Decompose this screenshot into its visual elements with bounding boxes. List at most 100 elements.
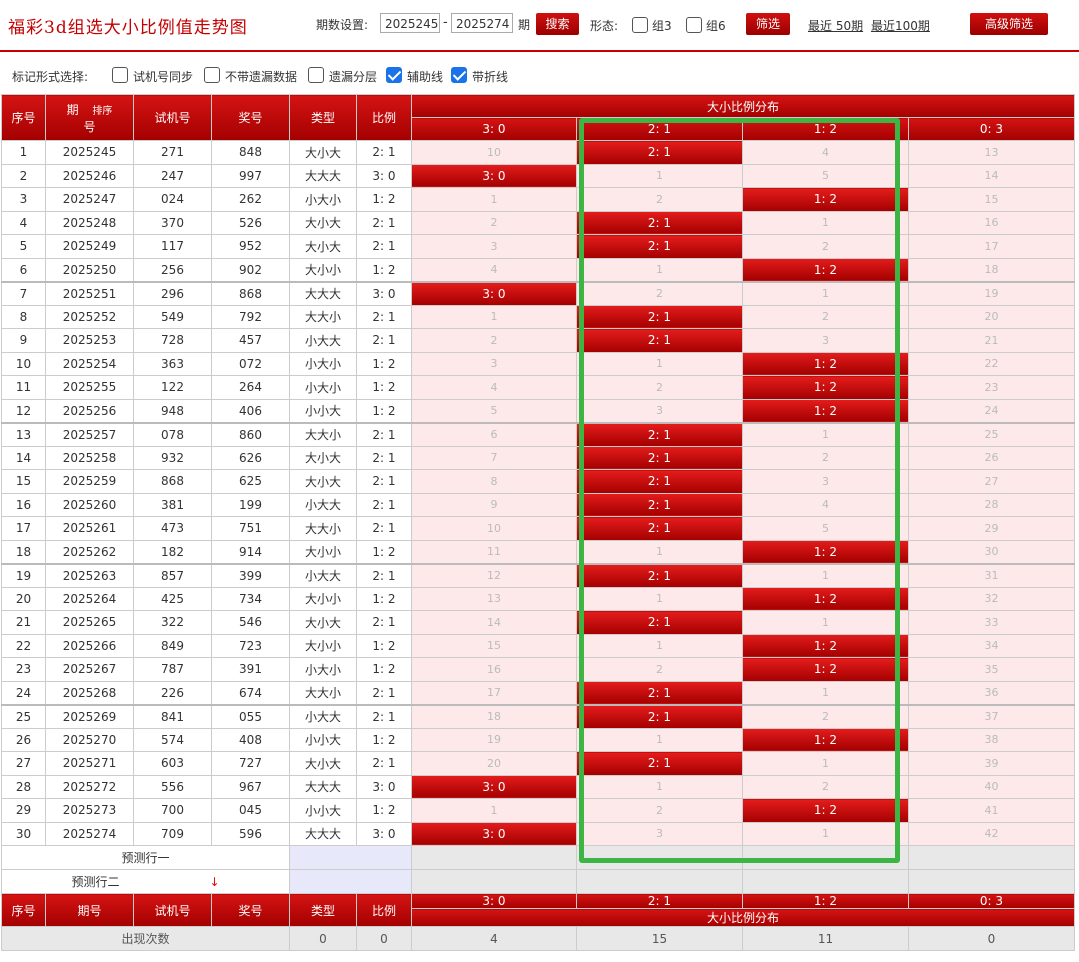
row-period: 2025257 <box>45 421 134 447</box>
row-period: 2025266 <box>45 633 134 658</box>
predict-row-2-cell[interactable] <box>576 869 743 894</box>
filter-button[interactable]: 筛选 <box>746 13 790 35</box>
header-ratio: 比例 <box>356 94 412 141</box>
table-row: 9 2025253 728 457 小大大 2: 1 2 2: 1 3 21 <box>1 328 1075 353</box>
row-prize-number: 751 <box>211 516 290 541</box>
predict-row-2-blue[interactable] <box>289 869 412 894</box>
row-prize-number: 727 <box>211 751 290 776</box>
stats-value: 0 <box>908 926 1075 951</box>
row-period: 2025252 <box>45 304 134 329</box>
search-button[interactable]: 搜索 <box>536 13 579 35</box>
dist-miss-cell: 2 <box>411 210 577 235</box>
dist-miss-cell: 14 <box>411 610 577 635</box>
row-test-number: 849 <box>133 633 212 658</box>
row-ratio: 1: 2 <box>356 187 412 212</box>
footer-type: 类型 <box>289 893 357 927</box>
row-index: 14 <box>1 445 46 470</box>
table-row: 5 2025249 117 952 大小大 2: 1 3 2: 1 2 17 <box>1 234 1075 259</box>
table-row: 24 2025268 226 674 大大小 2: 1 17 2: 1 1 36 <box>1 680 1075 705</box>
row-ratio: 1: 2 <box>356 798 412 823</box>
trend-table: 序号 期 排序 号 试机号 奖号 类型 比例 大小比例分布 3: 0 2: 1 … <box>1 94 1075 951</box>
option-checkbox-4[interactable] <box>451 67 467 83</box>
recent-50-link[interactable]: 最近 50期 <box>808 17 863 34</box>
row-test-number: 549 <box>133 304 212 329</box>
table-row: 30 2025274 709 596 大大大 3: 0 3: 0 3 1 42 <box>1 821 1075 846</box>
predict-row-1-cell[interactable] <box>742 845 909 870</box>
dist-miss-cell: 4 <box>411 257 577 282</box>
dist-miss-cell: 2 <box>742 703 909 729</box>
predict-row-1-cell[interactable] <box>908 845 1075 870</box>
row-period: 2025264 <box>45 586 134 611</box>
option-checkbox-2[interactable] <box>308 67 324 83</box>
row-index: 5 <box>1 234 46 259</box>
dist-miss-cell: 3 <box>742 328 909 353</box>
row-prize-number: 262 <box>211 187 290 212</box>
group6-label: 组6 <box>706 19 726 33</box>
dist-miss-cell: 16 <box>411 657 577 682</box>
row-prize-number: 526 <box>211 210 290 235</box>
table-row: 21 2025265 322 546 大小大 2: 1 14 2: 1 1 33 <box>1 610 1075 635</box>
row-index: 30 <box>1 821 46 846</box>
row-test-number: 932 <box>133 445 212 470</box>
predict-row-1-label: 预测行一 <box>1 845 290 870</box>
predict-row-2-cell[interactable] <box>742 869 909 894</box>
row-type: 小大大 <box>289 562 357 588</box>
predict-row-2-cell[interactable] <box>908 869 1075 894</box>
footer-distribution: 大小比例分布 <box>411 908 1075 927</box>
dist-miss-cell: 19 <box>908 280 1075 306</box>
option-checkbox-3[interactable] <box>386 67 402 83</box>
table-row: 19 2025263 857 399 小大大 2: 1 12 2: 1 1 31 <box>1 562 1075 588</box>
predict-row-1-cell[interactable] <box>411 845 577 870</box>
advanced-filter-button[interactable]: 高级筛选 <box>970 13 1048 35</box>
table-row: 20 2025264 425 734 大小小 1: 2 13 1 1: 2 32 <box>1 586 1075 611</box>
option-checkbox-0[interactable] <box>112 67 128 83</box>
row-prize-number: 997 <box>211 163 290 188</box>
row-period: 2025265 <box>45 610 134 635</box>
row-prize-number: 967 <box>211 774 290 799</box>
dist-miss-cell: 30 <box>908 539 1075 564</box>
row-index: 17 <box>1 516 46 541</box>
table-row: 17 2025261 473 751 大大小 2: 1 10 2: 1 5 29 <box>1 516 1075 541</box>
period-from-input[interactable]: 2025245 <box>380 13 440 33</box>
row-test-number: 709 <box>133 821 212 846</box>
row-type: 小大小 <box>289 351 357 376</box>
row-prize-number: 546 <box>211 610 290 635</box>
row-type: 大大大 <box>289 774 357 799</box>
arrow-down-icon[interactable]: ↓ <box>209 875 219 889</box>
dist-miss-cell: 1 <box>742 680 909 705</box>
row-type: 小大小 <box>289 187 357 212</box>
group3-checkbox[interactable] <box>632 17 648 33</box>
dist-hit-cell: 2: 1 <box>576 562 743 588</box>
footer-period: 期号 <box>45 893 134 927</box>
header-period[interactable]: 期 排序 号 <box>45 94 134 141</box>
row-index: 28 <box>1 774 46 799</box>
period-to-input[interactable]: 2025274 <box>451 13 513 33</box>
dist-hit-cell: 2: 1 <box>576 328 743 353</box>
dist-hit-cell: 1: 2 <box>742 727 909 752</box>
table-row: 16 2025260 381 199 小大大 2: 1 9 2: 1 4 28 <box>1 492 1075 517</box>
predict-row-2-cell[interactable] <box>411 869 577 894</box>
predict-row-1-cell[interactable] <box>576 845 743 870</box>
row-period: 2025247 <box>45 187 134 212</box>
footer-idx: 序号 <box>1 893 46 927</box>
row-prize-number: 406 <box>211 398 290 423</box>
dist-hit-cell: 1: 2 <box>742 375 909 400</box>
table-row: 13 2025257 078 860 大大小 2: 1 6 2: 1 1 25 <box>1 421 1075 447</box>
dist-hit-cell: 1: 2 <box>742 633 909 658</box>
dist-miss-cell: 5 <box>411 398 577 423</box>
sort-icon[interactable]: 排序 <box>92 106 112 117</box>
group6-checkbox[interactable] <box>686 17 702 33</box>
predict-row-2-text: 预测行二 <box>71 875 120 889</box>
row-prize-number: 868 <box>211 280 290 306</box>
row-test-number: 473 <box>133 516 212 541</box>
recent-100-link[interactable]: 最近100期 <box>871 17 930 34</box>
dist-hit-cell: 2: 1 <box>576 210 743 235</box>
row-ratio: 2: 1 <box>356 562 412 588</box>
form-label: 形态: <box>590 19 619 33</box>
row-period: 2025248 <box>45 210 134 235</box>
predict-row-1-blue[interactable] <box>289 845 412 870</box>
option-checkbox-1[interactable] <box>204 67 220 83</box>
table-row: 15 2025259 868 625 大小大 2: 1 8 2: 1 3 27 <box>1 469 1075 494</box>
row-test-number: 024 <box>133 187 212 212</box>
row-ratio: 2: 1 <box>356 610 412 635</box>
